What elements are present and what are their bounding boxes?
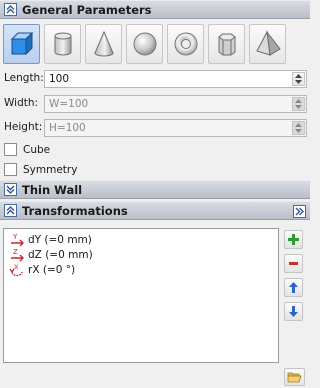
spin-up-icon[interactable] (295, 99, 302, 103)
width-spinner[interactable] (292, 97, 305, 111)
arrow-down-icon (289, 306, 298, 317)
spin-up-icon[interactable] (295, 74, 302, 78)
length-input[interactable]: 100 (44, 70, 307, 88)
shape-box-button[interactable] (3, 24, 40, 64)
cone-icon (93, 30, 114, 57)
torus-icon (174, 32, 197, 56)
svg-text:Z: Z (13, 248, 18, 256)
open-folder-button[interactable] (284, 368, 305, 386)
symmetry-checkbox[interactable] (4, 163, 17, 176)
length-label: Length: (4, 72, 44, 84)
symmetry-label: Symmetry (23, 163, 78, 176)
spin-down-icon[interactable] (295, 105, 302, 109)
cube-checkbox[interactable] (4, 143, 17, 156)
remove-icon (289, 262, 298, 265)
shape-cone-button[interactable] (85, 24, 122, 64)
folder-open-icon (287, 372, 302, 383)
symmetry-checkbox-row[interactable]: Symmetry (4, 163, 77, 176)
cube-label: Cube (23, 143, 51, 156)
expand-down-icon[interactable] (4, 183, 17, 196)
spin-down-icon[interactable] (295, 80, 302, 84)
list-item[interactable]: Y dY (=0 mm) (4, 232, 278, 247)
shape-prism-button[interactable] (208, 24, 245, 64)
remove-transformation-button[interactable] (284, 254, 303, 273)
move-down-button[interactable] (284, 302, 303, 321)
shape-sphere-button[interactable] (126, 24, 163, 64)
spin-up-icon[interactable] (295, 123, 302, 127)
shape-pyramid-button[interactable] (249, 24, 286, 64)
width-value: W=100 (49, 98, 89, 110)
spin-down-icon[interactable] (295, 129, 302, 133)
shape-torus-button[interactable] (167, 24, 204, 64)
cube-checkbox-row[interactable]: Cube (4, 143, 50, 156)
height-label: Height: (4, 121, 43, 133)
section-title: Transformations (22, 203, 128, 218)
list-item[interactable]: Z dZ (=0 mm) (4, 247, 278, 262)
transformation-label: rX (=0 °) (28, 263, 76, 276)
list-item[interactable]: X rX (=0 °) (4, 262, 278, 277)
pyramid-icon (255, 30, 281, 56)
expand-right-icon[interactable] (293, 205, 306, 218)
svg-text:Y: Y (12, 233, 18, 241)
prism-icon (217, 33, 236, 56)
arrow-up-icon (289, 282, 298, 293)
translate-y-icon: Y (11, 233, 24, 246)
translate-z-icon: Z (11, 248, 24, 261)
sphere-icon (133, 32, 156, 56)
transformation-label: dZ (=0 mm) (28, 248, 93, 261)
height-value: H=100 (49, 122, 86, 134)
add-icon (288, 234, 299, 245)
rotate-x-icon: X (9, 263, 23, 276)
width-label: Width: (4, 97, 39, 109)
width-input[interactable]: W=100 (44, 95, 307, 113)
transformations-header[interactable]: Transformations (0, 201, 310, 220)
height-spinner[interactable] (292, 121, 305, 135)
box-icon (10, 31, 33, 56)
add-transformation-button[interactable] (284, 230, 303, 249)
cylinder-icon (54, 32, 71, 56)
shape-cylinder-button[interactable] (44, 24, 81, 64)
transformation-label: dY (=0 mm) (28, 233, 92, 246)
transformations-list[interactable]: Y dY (=0 mm) Z dZ (=0 mm) X rX (=0 °) (3, 228, 279, 363)
svg-text:X: X (14, 263, 19, 271)
length-value: 100 (49, 73, 70, 85)
height-input[interactable]: H=100 (44, 119, 307, 137)
general-parameters-header[interactable]: General Parameters (0, 0, 310, 19)
move-up-button[interactable] (284, 278, 303, 297)
collapse-up-icon[interactable] (4, 204, 17, 217)
section-title: General Parameters (22, 2, 152, 17)
length-spinner[interactable] (292, 72, 305, 86)
thin-wall-header[interactable]: Thin Wall (0, 180, 310, 199)
section-title: Thin Wall (22, 182, 83, 197)
collapse-up-icon[interactable] (4, 3, 17, 16)
